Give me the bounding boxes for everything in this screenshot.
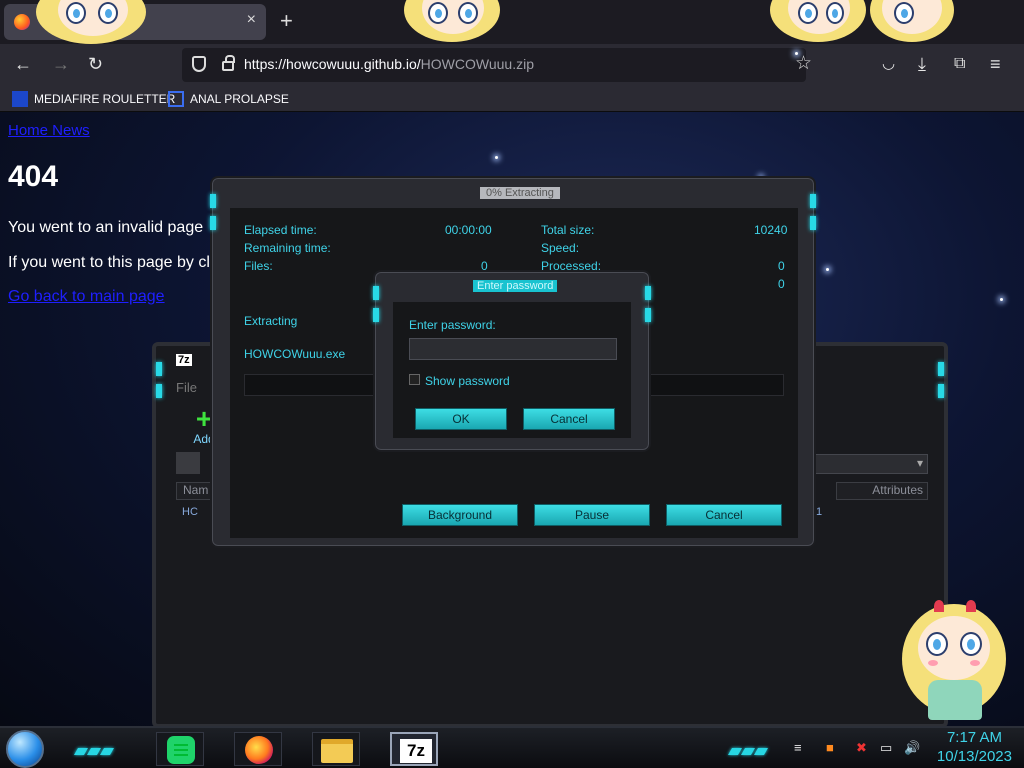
elapsed-time-value: 00:00:00 bbox=[445, 223, 492, 237]
password-label: Enter password: bbox=[409, 318, 496, 332]
total-size-value: 10240 bbox=[754, 223, 788, 237]
files-label: Files: bbox=[244, 259, 273, 273]
file-row[interactable]: HC bbox=[182, 506, 198, 518]
bookmark-mediafire[interactable]: MEDIAFIRE ROULETTER bbox=[12, 91, 175, 107]
current-filename: HOWCOWuuu.exe bbox=[244, 347, 346, 361]
back-to-main-link[interactable]: Go back to main page bbox=[8, 288, 165, 306]
pocket-icon[interactable]: ◡ bbox=[882, 54, 895, 74]
background-button[interactable]: Background bbox=[402, 504, 518, 526]
password-dialog-body: Enter password: Show password OK Cancel bbox=[393, 302, 631, 438]
volume-icon[interactable]: 🔊 bbox=[904, 740, 920, 756]
show-password-checkbox[interactable] bbox=[409, 374, 420, 385]
mediafire-icon bbox=[12, 91, 28, 107]
clock-time: 7:17 AM bbox=[946, 729, 1002, 746]
character-art-decoration bbox=[900, 598, 1010, 726]
firefox-icon bbox=[245, 736, 273, 764]
ratio-value: 0 bbox=[778, 277, 785, 291]
menu-hamburger-icon[interactable]: ≡ bbox=[990, 54, 1001, 74]
taskbar-firefox-app[interactable] bbox=[234, 732, 282, 766]
tracking-shield-icon[interactable] bbox=[192, 56, 206, 72]
speed-label: Speed: bbox=[541, 241, 580, 255]
remaining-time-label: Remaining time: bbox=[244, 241, 331, 255]
show-hidden-icons-icon[interactable]: ≡ bbox=[794, 740, 802, 755]
bookmark-star-icon[interactable]: ☆ bbox=[795, 52, 812, 74]
status-text: Extracting bbox=[244, 314, 298, 328]
taskbar-7zip-app[interactable]: 7z bbox=[390, 732, 438, 766]
progress-dialog-title: 0% Extracting bbox=[480, 187, 560, 199]
sigma-icon bbox=[168, 91, 184, 107]
error-hint: If you went to this page by cl bbox=[8, 254, 210, 271]
star-decoration bbox=[495, 156, 498, 159]
tab-close-icon[interactable]: × bbox=[247, 11, 256, 29]
start-orb-button[interactable] bbox=[6, 730, 44, 768]
folder-up-icon[interactable] bbox=[176, 452, 200, 474]
cancel-button[interactable]: Cancel bbox=[523, 408, 615, 430]
taskbar: 7z ≡ ■ ✖ ▭ 🔊 7:17 AM 10/13/2023 bbox=[0, 726, 1024, 768]
sevenzip-icon: 7z bbox=[400, 739, 432, 763]
taskbar-led-decoration bbox=[73, 742, 115, 760]
ok-button[interactable]: OK bbox=[415, 408, 507, 430]
total-size-label: Total size: bbox=[541, 223, 595, 237]
cancel-extraction-button[interactable]: Cancel bbox=[666, 504, 782, 526]
frame-led-decoration bbox=[156, 362, 162, 406]
frame-led-decoration bbox=[210, 194, 216, 238]
password-dialog: Enter password Enter password: Show pass… bbox=[373, 270, 651, 452]
character-art-decoration bbox=[770, 0, 954, 44]
firefox-favicon-icon bbox=[14, 14, 30, 30]
system-clock[interactable]: 7:17 AM 10/13/2023 bbox=[937, 728, 1012, 766]
file-row-value: 1 bbox=[816, 506, 823, 518]
frame-led-decoration bbox=[645, 286, 651, 330]
pause-button[interactable]: Pause bbox=[534, 504, 650, 526]
home-news-link[interactable]: Home News bbox=[8, 122, 90, 139]
show-password-label[interactable]: Show password bbox=[425, 374, 510, 388]
downloads-icon[interactable]: ⤓ bbox=[918, 54, 926, 74]
character-art-decoration bbox=[404, 0, 500, 44]
folder-icon bbox=[321, 739, 353, 763]
frame-led-decoration bbox=[938, 362, 944, 406]
error-message: You went to an invalid page bbox=[8, 219, 204, 236]
page-title: 404 bbox=[8, 160, 59, 193]
back-arrow-icon[interactable]: ← bbox=[14, 54, 32, 74]
forward-arrow-icon[interactable]: → bbox=[52, 54, 70, 74]
frame-led-decoration bbox=[373, 286, 379, 330]
new-tab-button[interactable]: + bbox=[280, 8, 293, 34]
url-bar[interactable]: https://howcowuuu.github.io/HOWCOWuuu.zi… bbox=[182, 48, 812, 82]
frame-led-decoration bbox=[810, 194, 816, 238]
navigation-toolbar: ← → ↻ https://howcowuuu.github.io/HOWCOW… bbox=[0, 44, 1024, 86]
taskbar-led-decoration bbox=[727, 742, 769, 760]
app-tray-icon[interactable]: ■ bbox=[826, 740, 834, 755]
lock-icon[interactable] bbox=[222, 55, 235, 71]
character-art-decoration bbox=[36, 0, 146, 44]
extensions-icon[interactable]: ⧉ bbox=[954, 54, 965, 74]
password-input[interactable] bbox=[409, 338, 617, 360]
taskbar-explorer-app[interactable] bbox=[312, 732, 360, 766]
network-icon[interactable]: ▭ bbox=[880, 740, 892, 756]
bookmark-second[interactable]: ANAL PROLAPSE bbox=[168, 91, 289, 107]
column-header-attributes[interactable]: Attributes bbox=[836, 482, 928, 500]
clock-date: 10/13/2023 bbox=[936, 748, 1012, 765]
sevenzip-logo-icon: 7z bbox=[176, 354, 192, 366]
star-decoration bbox=[826, 268, 829, 271]
processed-value: 0 bbox=[778, 259, 785, 273]
file-row-name: HC bbox=[182, 506, 198, 518]
notes-app-icon bbox=[167, 736, 195, 764]
bookmarks-toolbar: MEDIAFIRE ROULETTER ANAL PROLAPSE bbox=[0, 86, 1024, 112]
password-dialog-title: Enter password bbox=[473, 280, 558, 292]
reload-icon[interactable]: ↻ bbox=[88, 54, 103, 74]
url-text[interactable]: https://howcowuuu.github.io/HOWCOWuuu.zi… bbox=[244, 56, 534, 72]
star-decoration bbox=[1000, 298, 1003, 301]
taskbar-notes-app[interactable] bbox=[156, 732, 204, 766]
path-combo[interactable] bbox=[808, 454, 928, 474]
elapsed-time-label: Elapsed time: bbox=[244, 223, 317, 237]
network-warning-icon[interactable]: ✖ bbox=[856, 740, 867, 756]
